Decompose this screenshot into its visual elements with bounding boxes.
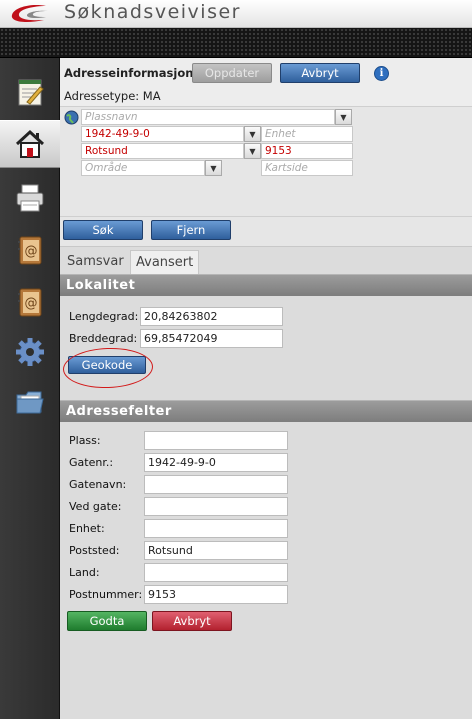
plass-label: Plass: xyxy=(69,434,101,447)
gatenr-dropdown[interactable]: ▼ xyxy=(244,126,261,142)
plassnavn-dropdown[interactable]: ▼ xyxy=(335,109,352,125)
kartside-input[interactable]: Kartside xyxy=(261,160,353,176)
gatenr-input[interactable]: 1942-49-9-0 xyxy=(81,126,244,142)
land-input[interactable] xyxy=(144,563,288,582)
tab-samsvar[interactable]: Samsvar xyxy=(62,250,129,275)
main-panel: Adresseinformasjon: Oppdater Avbryt i Ad… xyxy=(60,58,472,719)
sidebar-item-address[interactable] xyxy=(0,120,60,168)
search-actions: Søk Fjern xyxy=(60,216,472,246)
title-bar: Søknadsveiviser xyxy=(0,0,472,28)
sidebar-item-contacts-2[interactable]: @ xyxy=(0,278,60,326)
address-info-label: Adresseinformasjon: xyxy=(64,66,199,80)
sidebar-item-notes[interactable] xyxy=(0,68,60,116)
cancel-fields-button[interactable]: Avbryt xyxy=(152,611,232,631)
breddegrad-input[interactable]: 69,85472049 xyxy=(140,329,283,348)
header-pattern xyxy=(0,28,472,58)
gear-icon xyxy=(16,338,44,366)
plass-input[interactable] xyxy=(144,431,288,450)
omrade-input[interactable]: Område xyxy=(81,160,205,176)
sidebar-item-settings[interactable] xyxy=(0,328,60,376)
svg-text:@: @ xyxy=(25,244,38,259)
enhet-label: Enhet: xyxy=(69,522,105,535)
postnummer-input[interactable]: 9153 xyxy=(261,143,353,159)
sidebar-item-contacts[interactable]: @ xyxy=(0,226,60,274)
globe-icon xyxy=(64,110,79,125)
notepad-icon xyxy=(18,79,44,106)
gatenr-field[interactable]: 1942-49-9-0 xyxy=(144,453,288,472)
gatenavn-input[interactable] xyxy=(144,475,288,494)
ved-gate-label: Ved gate: xyxy=(69,500,122,513)
poststed-input[interactable]: Rotsund xyxy=(81,143,244,159)
cancel-button[interactable]: Avbryt xyxy=(280,63,360,83)
postnummer-field[interactable]: 9153 xyxy=(144,585,288,604)
tab-bar: Samsvar Avansert xyxy=(60,246,472,275)
poststed-label: Poststed: xyxy=(69,544,120,557)
enhet-field[interactable] xyxy=(144,519,288,538)
sidebar-item-print[interactable] xyxy=(0,174,60,222)
accept-button[interactable]: Godta xyxy=(67,611,147,631)
address-book-icon: @ xyxy=(18,288,42,317)
lengdegrad-label: Lengdegrad: xyxy=(69,310,139,323)
gatenr-label: Gatenr.: xyxy=(69,456,114,469)
poststed-field[interactable]: Rotsund xyxy=(144,541,288,560)
tab-avansert[interactable]: Avansert xyxy=(130,250,200,275)
address-search-form: Plassnavn ▼ 1942-49-9-0 ▼ Enhet Rotsund … xyxy=(60,106,472,216)
lokalitet-header: Lokalitet xyxy=(60,274,472,296)
remove-button[interactable]: Fjern xyxy=(151,220,231,240)
adressefelter-section: Plass: Gatenr.: 1942-49-9-0 Gatenavn: Ve… xyxy=(60,422,472,719)
sidebar-item-documents[interactable] xyxy=(0,378,60,426)
house-icon xyxy=(15,129,45,158)
app-title: Søknadsveiviser xyxy=(64,1,241,23)
address-book-icon: @ xyxy=(18,236,42,265)
lengdegrad-input[interactable]: 20,84263802 xyxy=(140,307,283,326)
folder-icon xyxy=(16,391,44,414)
breddegrad-label: Breddegrad: xyxy=(69,332,138,345)
adressefelter-header: Adressefelter xyxy=(60,400,472,422)
sidebar: @ @ xyxy=(0,58,60,719)
address-type-label: Adressetype: MA xyxy=(64,89,161,103)
info-icon[interactable]: i xyxy=(374,66,389,81)
postnummer-label: Postnummer: xyxy=(69,588,143,601)
ved-gate-input[interactable] xyxy=(144,497,288,516)
enhet-input[interactable]: Enhet xyxy=(261,126,353,142)
address-header: Adresseinformasjon: Oppdater Avbryt i Ad… xyxy=(60,58,472,106)
logo-icon xyxy=(11,5,48,23)
plassnavn-input[interactable]: Plassnavn xyxy=(81,109,335,125)
printer-icon xyxy=(16,184,44,212)
annotation-circle xyxy=(62,346,154,390)
search-button[interactable]: Søk xyxy=(63,220,143,240)
gatenavn-label: Gatenavn: xyxy=(69,478,127,491)
lokalitet-section: Lengdegrad: 20,84263802 Breddegrad: 69,8… xyxy=(60,296,472,400)
omrade-dropdown[interactable]: ▼ xyxy=(205,160,222,176)
poststed-dropdown[interactable]: ▼ xyxy=(244,143,261,159)
land-label: Land: xyxy=(69,566,100,579)
update-button[interactable]: Oppdater xyxy=(192,63,272,83)
svg-text:@: @ xyxy=(25,296,38,311)
